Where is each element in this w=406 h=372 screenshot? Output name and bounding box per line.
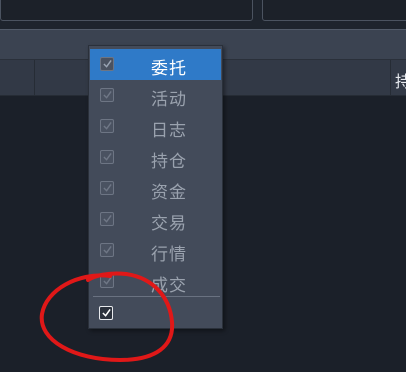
check-icon — [103, 152, 112, 161]
top-strip — [0, 0, 406, 29]
menu-item-jiaoyi[interactable]: 交易 — [90, 204, 221, 235]
menu-item-label: 委托 — [151, 59, 187, 79]
menu-item-label: 行情 — [151, 245, 187, 265]
menu-checkbox[interactable] — [100, 88, 114, 102]
menu-checkbox[interactable] — [100, 212, 114, 226]
column-divider[interactable] — [390, 60, 391, 96]
check-icon — [103, 214, 112, 223]
top-panel-right — [262, 0, 406, 21]
menu-item-rizhi[interactable]: 日志 — [90, 111, 221, 142]
check-icon — [103, 59, 112, 68]
menu-checkbox[interactable] — [100, 119, 114, 133]
menu-checkbox[interactable] — [100, 150, 114, 164]
red-circle-annotation — [39, 271, 175, 363]
menu-item-weituo[interactable]: 委托 — [90, 49, 221, 80]
menu-checkbox[interactable] — [100, 243, 114, 257]
menu-item-label: 日志 — [151, 121, 187, 141]
menu-item-label: 活动 — [151, 90, 187, 110]
check-icon — [103, 183, 112, 192]
menu-checkbox[interactable] — [100, 57, 114, 71]
top-panel-left — [0, 0, 253, 21]
menu-checkbox[interactable] — [100, 181, 114, 195]
menu-item-label: 持仓 — [151, 152, 187, 172]
menu-item-zijin[interactable]: 资金 — [90, 173, 221, 204]
check-icon — [103, 90, 112, 99]
menu-item-label: 资金 — [151, 183, 187, 203]
column-header[interactable]: 持 — [395, 68, 406, 92]
column-divider[interactable] — [34, 60, 35, 96]
app-window: 持 委托 活动 日志 持仓 资金 交易 行情 成交 — [0, 0, 406, 372]
menu-item-huodong[interactable]: 活动 — [90, 80, 221, 111]
check-icon — [103, 245, 112, 254]
menu-item-label: 交易 — [151, 214, 187, 234]
check-icon — [103, 121, 112, 130]
menu-item-hangqing[interactable]: 行情 — [90, 235, 221, 266]
menu-item-chicang[interactable]: 持仓 — [90, 142, 221, 173]
